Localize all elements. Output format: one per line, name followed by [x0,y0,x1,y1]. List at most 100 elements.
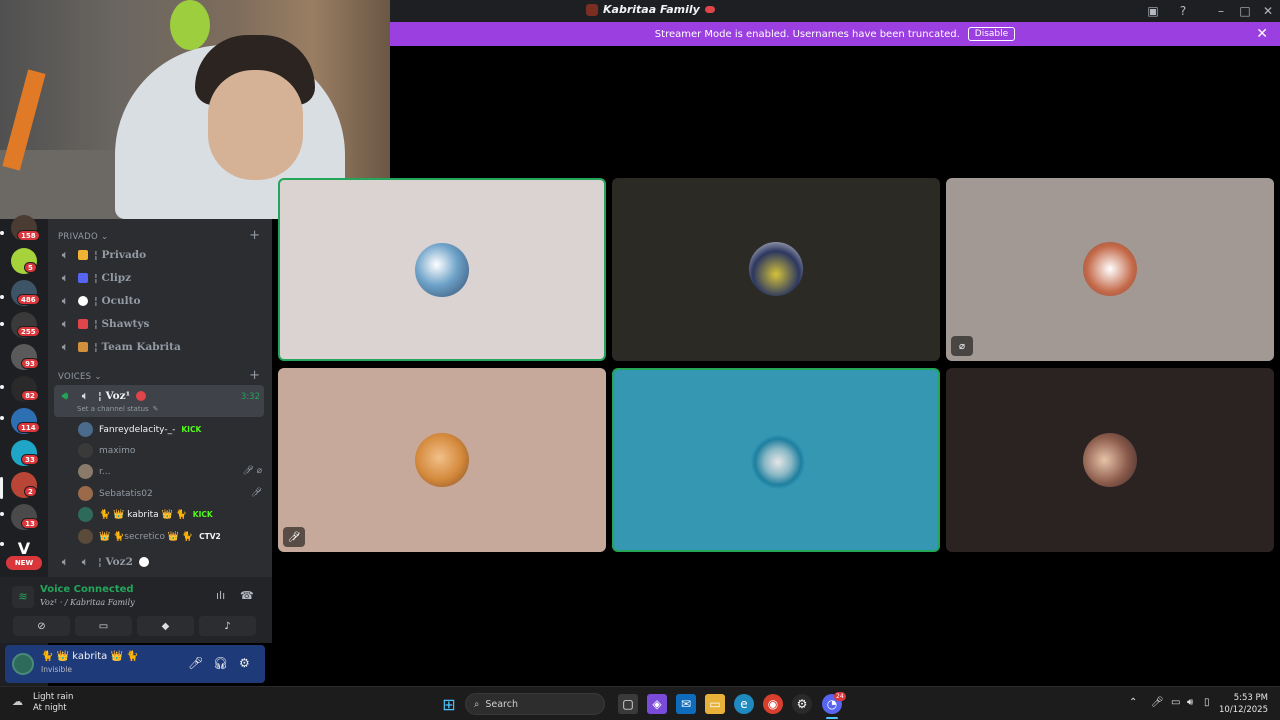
participant-avatar [415,243,469,297]
voice-user[interactable]: Sebatatis02 [78,486,153,501]
unread-pill [0,295,4,299]
close-icon[interactable]: ✕ [1260,3,1276,19]
help-icon[interactable]: ? [1175,3,1191,19]
voice-user[interactable]: Fanreydelacity-_- KICK [78,422,201,437]
taskbar-search[interactable]: ⌕ Search [465,693,605,715]
outlook-icon[interactable]: ✉ [676,694,696,714]
volume-icon[interactable]: 🔊︎ [1187,697,1193,708]
category-privado[interactable]: PRIVADO ⌄ [58,232,108,242]
channel-voz2[interactable]: 🔈︎ 🔈︎ ¦ Voz2 [58,556,149,568]
camera-off-button[interactable]: ⊘ [13,616,70,636]
avatar [78,529,93,544]
activities-button[interactable]: ◆ [137,616,194,636]
gear-icon[interactable]: ⚙ [239,656,250,670]
server-badge: 13 [21,518,39,529]
lock-emoji-icon [78,250,88,260]
clock-time: 5:53 PM [1233,693,1268,703]
screen-share-button[interactable]: ▭ [75,616,132,636]
bow-emoji-icon [78,319,88,329]
channel-status[interactable]: Set a channel status ✎ [77,405,159,413]
active-app-indicator [826,717,838,719]
video-tile-4[interactable]: 🎤︎̸ [278,368,606,552]
start-icon[interactable]: ⊞ [439,694,459,714]
channel-voz1[interactable]: 🔊︎ 🔈︎ ¦ Voz¹ [58,390,147,402]
minimize-icon[interactable]: – [1213,3,1229,19]
voice-user-name: 🐈 👑 kabrita 👑 🐈 [99,509,187,520]
webcam-toy [170,0,210,50]
inbox-icon[interactable]: ▣ [1145,3,1161,19]
video-tile-6[interactable] [946,368,1274,552]
discord-window: Kabritaa Family ▣ ? – □ ✕ Streamer Mode … [0,0,1280,720]
channel-label: ¦ Voz2 [98,556,133,568]
edge-icon[interactable]: e [734,694,754,714]
video-tile-3[interactable]: ⌀ [946,178,1274,361]
channel-label: ¦ Oculto [94,295,141,307]
voice-status[interactable]: Voice Connected [40,584,134,595]
channel-oculto[interactable]: 🔈︎ ¦ Oculto [58,295,141,307]
microphone-icon[interactable]: 🎤︎ [188,656,203,670]
steam-icon[interactable]: ⚙ [792,694,812,714]
category-voices[interactable]: VOICES ⌄ [58,372,102,382]
microphone-icon[interactable]: 🎤︎ [1151,697,1164,708]
soundboard-icon: ♪ [224,620,231,632]
add-channel-icon[interactable]: + [249,368,260,383]
server-badge: 255 [17,326,40,337]
battery-icon[interactable]: ▯ [1204,697,1210,708]
voice-user[interactable]: r... [78,464,110,479]
category-label: VOICES [58,372,92,382]
task-view-icon[interactable]: ▢ [618,694,638,714]
user-panel: 🐈 👑 kabrita 👑 🐈 Invisible 🎤︎ 🎧︎ ⚙ [5,645,265,683]
channel-clipz[interactable]: 🔈︎ ¦ Clipz [58,272,131,284]
video-tile-5[interactable] [612,368,940,552]
deafened-icon: ⌀ [951,336,973,356]
channel-privado[interactable]: 🔈︎ ¦ Privado [58,249,146,261]
user-name[interactable]: 🐈 👑 kabrita 👑 🐈 [41,651,139,662]
unread-pill [0,322,4,326]
maximize-icon[interactable]: □ [1237,3,1253,19]
chevron-up-icon[interactable]: ⌃ [1129,697,1137,708]
copilot-icon[interactable]: ◈ [647,694,667,714]
server-badge: 486 [17,294,40,305]
noise-suppression-icon[interactable]: ılı [216,589,225,602]
speaker-locked-icon: 🔈︎ [62,318,68,330]
banner-close-icon[interactable]: ✕ [1256,26,1268,42]
screen-share-icon: ▭ [98,620,109,632]
soundboard-button[interactable]: ♪ [199,616,256,636]
disable-button[interactable]: Disable [967,27,1016,41]
voice-user[interactable]: maximo [78,443,135,458]
channel-label: ¦ Clipz [94,272,132,284]
lips-emoji-icon [704,6,715,13]
chevron-down-icon: ⌄ [94,372,102,382]
voice-user-name: 👑 🐈secretico 👑 🐈 [99,531,194,542]
chrome-icon[interactable]: ◉ [763,694,783,714]
unread-pill [0,542,4,546]
voice-user[interactable]: 🐈 👑 kabrita 👑 🐈 KICK [78,507,213,522]
video-tile-2[interactable] [612,178,940,361]
channel-shawtys[interactable]: 🔈︎ ¦ Shawtys [58,318,149,330]
add-channel-icon[interactable]: + [249,228,260,243]
voice-connected-panel: ≋ Voice Connected Voz¹ · / Kabritaa Fami… [0,577,272,643]
channel-label: ¦ Team Kabrita [94,341,181,353]
video-tile-1[interactable] [278,178,606,361]
cat-emoji-icon [78,342,88,352]
speaker-icon: 🔈︎ [62,556,68,568]
avatar[interactable] [12,653,34,675]
voice-user-name: maximo [99,445,136,456]
voice-location[interactable]: Voz¹ · / Kabritaa Family [40,598,135,607]
channel-team-kabrita[interactable]: 🔈︎ ¦ Team Kabrita [58,341,181,353]
headphones-icon[interactable]: 🎧︎ [213,656,228,670]
server-badge: 114 [17,422,40,433]
muted-deafened-icons: 🎤︎̸ ⌀ [242,466,262,476]
channel-timer: 3:32 [240,392,260,402]
speaker-locked-icon: 🔈︎ [62,295,68,307]
disconnect-icon[interactable]: ☎︎ [240,589,254,602]
new-badge[interactable]: NEW [6,556,42,570]
speaker-icon: 🔈︎ [82,556,88,568]
taskbar-clock[interactable]: 5:53 PM 10/12/2025 [1219,692,1268,716]
network-icon[interactable]: ▭ [1171,697,1180,708]
file-explorer-icon[interactable]: ▭ [705,694,725,714]
signal-icon[interactable]: ≋ [12,586,34,608]
gamepad-icon: ◆ [161,620,170,632]
voice-user[interactable]: 👑 🐈secretico 👑 🐈 CTV2 [78,529,221,544]
weather-widget[interactable]: ☁ Light rain At night [12,692,73,714]
